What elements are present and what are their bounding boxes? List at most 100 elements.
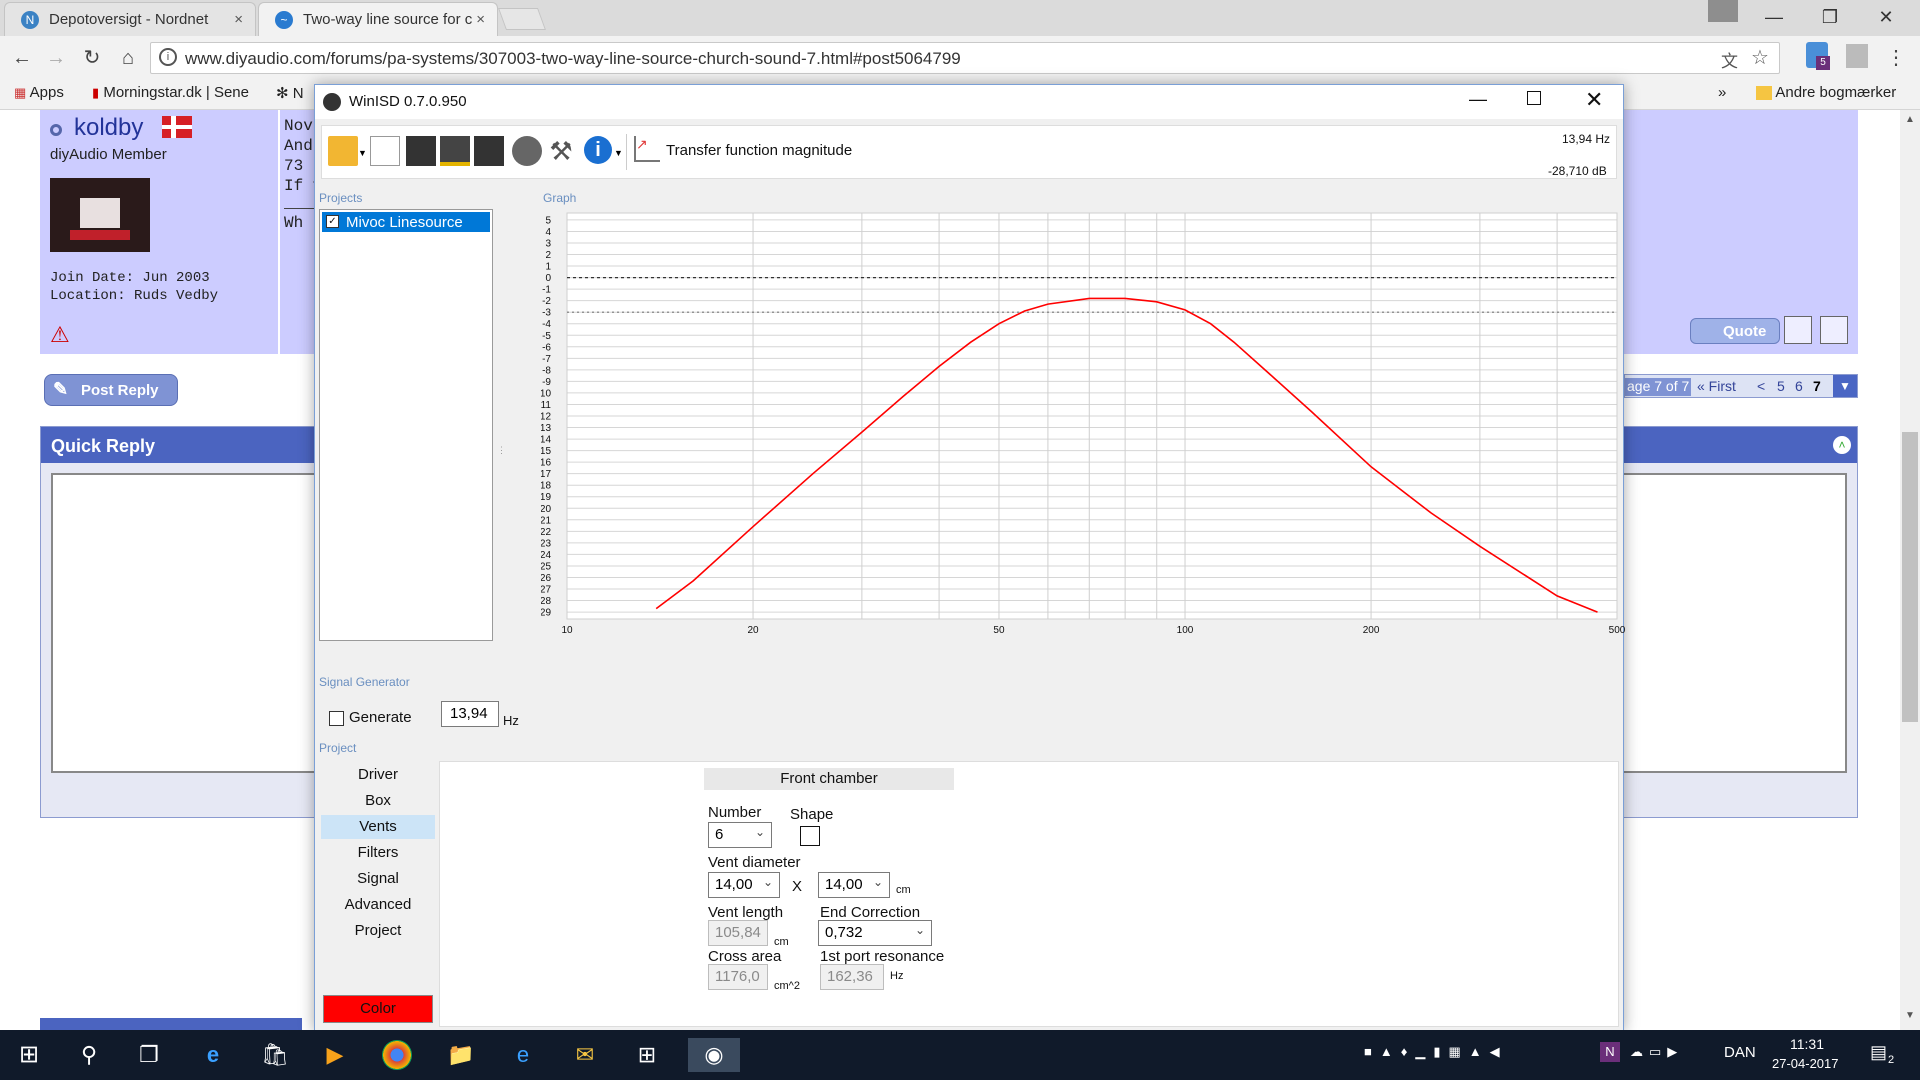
task-view-icon[interactable]: ❐ (132, 1038, 166, 1072)
language-indicator[interactable]: DAN (1724, 1044, 1756, 1061)
chrome-icon[interactable] (382, 1040, 412, 1070)
project-checkbox[interactable]: ✓ (326, 215, 339, 228)
color-button[interactable]: Color (323, 995, 433, 1023)
nav-signal[interactable]: Signal (321, 867, 435, 891)
generate-checkbox[interactable] (329, 711, 344, 726)
address-bar[interactable]: i www.diyaudio.com/forums/pa-systems/307… (150, 42, 1780, 74)
start-windows-icon[interactable]: ⊞ (12, 1038, 46, 1072)
forward-icon[interactable]: → (42, 44, 70, 72)
tab-nordnet[interactable]: N Depotoversigt - Nordnet × (4, 2, 256, 36)
restore-icon[interactable]: ❐ (1802, 0, 1858, 34)
new-tab-button[interactable] (497, 8, 547, 30)
new-project-icon[interactable] (370, 136, 400, 166)
info-icon[interactable]: i (584, 136, 612, 164)
generator-frequency-input[interactable]: 13,94 (441, 701, 499, 727)
store-icon[interactable]: 🛍 (258, 1038, 292, 1072)
open-dropdown-icon[interactable]: ▼ (358, 148, 367, 158)
scroll-up-icon[interactable]: ▲ (1900, 114, 1920, 125)
vent-diameter-a-select[interactable]: 14,00 ⌄ (708, 872, 780, 898)
search-icon[interactable]: ⚲ (72, 1038, 106, 1072)
bookmark-apps[interactable]: ▦ Apps (14, 84, 64, 101)
page-link-6[interactable]: 6 (1795, 378, 1803, 394)
mail-icon[interactable]: ✉ (568, 1038, 602, 1072)
collapse-icon[interactable]: ˄ (1833, 436, 1851, 454)
first-page-link[interactable]: « First (1697, 378, 1736, 394)
winisd-minimize-icon[interactable]: — (1469, 89, 1487, 110)
scroll-down-icon[interactable]: ▼ (1900, 1010, 1920, 1021)
nav-filters[interactable]: Filters (321, 841, 435, 865)
media-player-icon[interactable]: ▶ (318, 1038, 352, 1072)
back-icon[interactable]: ← (8, 44, 36, 72)
nav-advanced[interactable]: Advanced (321, 893, 435, 917)
file-explorer-icon[interactable]: 📁 (444, 1038, 478, 1072)
report-post-icon[interactable]: ⚠ (50, 322, 70, 348)
end-correction-select[interactable]: 0,732 ⌄ (818, 920, 932, 946)
clock-time[interactable]: 11:31 (1790, 1036, 1824, 1052)
edge-icon[interactable]: e (196, 1038, 230, 1072)
prev-page-link[interactable]: < (1757, 378, 1765, 394)
calculator-icon[interactable]: ⊞ (630, 1038, 664, 1072)
page-link-5[interactable]: 5 (1777, 378, 1785, 394)
system-tray-icons[interactable]: ■▲♦▁▮▦▲◀ (1364, 1044, 1508, 1060)
page-menu-icon[interactable]: ▼ (1833, 375, 1857, 397)
multi-quote-icon[interactable] (1784, 316, 1812, 344)
splitter-grip[interactable]: ⋮ (497, 445, 506, 456)
driver-editor-icon[interactable] (512, 136, 542, 166)
extension-icon[interactable]: 5 (1806, 42, 1830, 70)
winisd-close-icon[interactable]: ✕ (1585, 87, 1603, 113)
info-icon[interactable]: i (159, 48, 177, 66)
home-icon[interactable]: ⌂ (114, 44, 142, 72)
pdf-extension-icon[interactable] (1846, 44, 1868, 68)
bookmark-other[interactable]: Andre bogmærker (1756, 84, 1896, 101)
url-text[interactable]: www.diyaudio.com/forums/pa-systems/30700… (185, 49, 961, 69)
winisd-maximize-icon[interactable] (1527, 91, 1541, 105)
clock-date[interactable]: 27-04-2017 (1772, 1056, 1839, 1071)
username[interactable]: koldby (74, 114, 143, 142)
edit-post-icon[interactable] (1820, 316, 1848, 344)
close-icon[interactable]: ✕ (1858, 0, 1914, 34)
quote-button[interactable]: Quote (1690, 318, 1780, 344)
network-volume-icons[interactable]: ☁▭▶ (1630, 1044, 1683, 1060)
info-dropdown-icon[interactable]: ▼ (614, 148, 623, 158)
action-center-icon[interactable]: ▤ (1870, 1042, 1887, 1063)
save-all-icon[interactable] (474, 136, 504, 166)
project-row[interactable]: ✓ Mivoc Linesource (322, 212, 490, 232)
save-icon[interactable] (406, 136, 436, 166)
scroll-thumb[interactable] (1902, 432, 1918, 722)
minimize-icon[interactable]: — (1746, 0, 1802, 34)
tab-diyaudio[interactable]: ~ Two-way line source for c × (258, 2, 498, 36)
project-name[interactable]: Mivoc Linesource (346, 214, 463, 231)
tab-close-icon[interactable]: × (234, 11, 243, 28)
bookmark-star-icon[interactable]: ☆ (1751, 45, 1769, 70)
avatar[interactable] (50, 178, 150, 252)
y-tick-label: -6 (542, 342, 551, 353)
onenote-tray-icon[interactable]: N (1600, 1042, 1620, 1062)
save-as-icon[interactable] (440, 136, 470, 166)
internet-explorer-icon[interactable]: e (506, 1038, 540, 1072)
bookmarks-overflow[interactable]: » (1718, 84, 1726, 101)
bookmark-morningstar[interactable]: ▮ Morningstar.dk | Sene (92, 84, 258, 101)
post-reply-button[interactable]: ✎ Post Reply (44, 374, 178, 406)
graph-type-icon[interactable]: ↗ (634, 136, 660, 162)
tools-icon[interactable]: ⚒ (546, 136, 576, 166)
y-tick-label: -9 (542, 377, 551, 388)
winisd-taskbar-icon[interactable]: ◉ (688, 1038, 740, 1072)
tab-close-icon[interactable]: × (476, 11, 485, 28)
translate-icon[interactable]: 文 (1721, 47, 1738, 72)
reload-icon[interactable]: ↻ (78, 44, 106, 72)
nav-driver[interactable]: Driver (321, 763, 435, 787)
transfer-function-chart[interactable]: 543210-1-2-3-4-5-6-7-8-9-10-11-12-13-14-… (541, 209, 1625, 821)
nav-project[interactable]: Project (321, 919, 435, 943)
menu-icon[interactable]: ⋮ (1882, 44, 1910, 72)
vent-shape-square-icon[interactable] (800, 826, 820, 846)
nav-box[interactable]: Box (321, 789, 435, 813)
profile-icon[interactable] (1708, 0, 1738, 22)
y-tick-label: -23 (541, 538, 551, 549)
graph-type-label[interactable]: Transfer function magnitude (666, 142, 852, 159)
page-scrollbar[interactable]: ▲ ▼ (1900, 110, 1920, 1030)
bookmark-n[interactable]: ✻ N (276, 84, 304, 102)
number-select[interactable]: 6 ⌄ (708, 822, 772, 848)
vent-diameter-b-select[interactable]: 14,00 ⌄ (818, 872, 890, 898)
open-folder-icon[interactable] (328, 136, 358, 166)
nav-vents[interactable]: Vents (321, 815, 435, 839)
